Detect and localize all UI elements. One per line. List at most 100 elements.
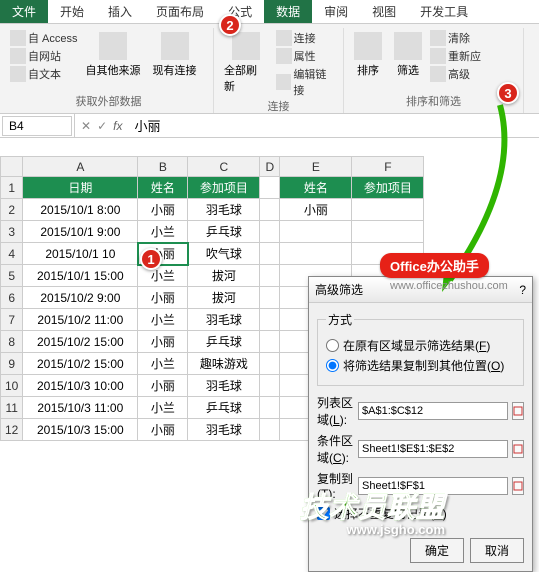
row-header-8[interactable]: 8 xyxy=(1,331,23,353)
cell-B10[interactable]: 小丽 xyxy=(138,375,188,397)
criteria-range-ref-icon[interactable] xyxy=(512,440,524,458)
row-header-2[interactable]: 2 xyxy=(1,199,23,221)
cell-C5[interactable]: 拔河 xyxy=(188,265,260,287)
row-header-4[interactable]: 4 xyxy=(1,243,23,265)
cell-A2[interactable]: 2015/10/1 8:00 xyxy=(23,199,138,221)
radio-show-inplace-label[interactable]: 在原有区域显示筛选结果(F) xyxy=(343,337,490,354)
cell-A5[interactable]: 2015/10/1 15:00 xyxy=(23,265,138,287)
btn-clear[interactable]: 清除 xyxy=(430,30,481,46)
cell-A11[interactable]: 2015/10/3 11:00 xyxy=(23,397,138,419)
cell-B7[interactable]: 小兰 xyxy=(138,309,188,331)
tab-dev[interactable]: 开发工具 xyxy=(408,0,480,23)
btn-from-web[interactable]: 自网站 xyxy=(10,48,78,64)
tab-view[interactable]: 视图 xyxy=(360,0,408,23)
col-header-E[interactable]: E xyxy=(280,157,352,177)
cell-A12[interactable]: 2015/10/3 15:00 xyxy=(23,419,138,441)
cell-A8[interactable]: 2015/10/2 15:00 xyxy=(23,331,138,353)
cell-B1[interactable]: 姓名 xyxy=(138,177,188,199)
cell-A9[interactable]: 2015/10/2 15:00 xyxy=(23,353,138,375)
cell-B2[interactable]: 小丽 xyxy=(138,199,188,221)
btn-connections[interactable]: 连接 xyxy=(276,30,337,46)
cell-B8[interactable]: 小丽 xyxy=(138,331,188,353)
row-header-12[interactable]: 12 xyxy=(1,419,23,441)
fx-icon[interactable]: fx xyxy=(113,119,122,133)
row-header-10[interactable]: 10 xyxy=(1,375,23,397)
btn-advanced[interactable]: 高级 xyxy=(430,66,481,82)
name-box[interactable] xyxy=(2,116,72,136)
ribbon-tabs: 文件 开始 插入 页面布局 公式 数据 审阅 视图 开发工具 xyxy=(0,0,539,24)
cell-C8[interactable]: 乒乓球 xyxy=(188,331,260,353)
btn-properties[interactable]: 属性 xyxy=(276,48,337,64)
tab-review[interactable]: 审阅 xyxy=(312,0,360,23)
btn-refresh-all[interactable]: 全部刷新 xyxy=(220,30,272,96)
col-header-A[interactable]: A xyxy=(23,157,138,177)
tab-insert[interactable]: 插入 xyxy=(96,0,144,23)
list-range-ref-icon[interactable] xyxy=(512,402,524,420)
cancel-icon[interactable]: ✕ xyxy=(81,119,91,133)
btn-from-text[interactable]: 自文本 xyxy=(10,66,78,82)
btn-reapply[interactable]: 重新应 xyxy=(430,48,481,64)
cell-A7[interactable]: 2015/10/2 11:00 xyxy=(23,309,138,331)
cell-B12[interactable]: 小丽 xyxy=(138,419,188,441)
radio-show-inplace[interactable] xyxy=(326,339,339,352)
tab-data[interactable]: 数据 xyxy=(264,0,312,23)
btn-from-access[interactable]: 自 Access xyxy=(10,30,78,46)
cell-C9[interactable]: 趣味游戏 xyxy=(188,353,260,375)
cell-C7[interactable]: 羽毛球 xyxy=(188,309,260,331)
cell-A10[interactable]: 2015/10/3 10:00 xyxy=(23,375,138,397)
row-header-6[interactable]: 6 xyxy=(1,287,23,309)
cell-B11[interactable]: 小兰 xyxy=(138,397,188,419)
cell-A4[interactable]: 2015/10/1 10 xyxy=(23,243,138,265)
cell-C10[interactable]: 羽毛球 xyxy=(188,375,260,397)
col-header-B[interactable]: B xyxy=(138,157,188,177)
radio-copy-to-label[interactable]: 将筛选结果复制到其他位置(O) xyxy=(343,357,504,374)
cell-C3[interactable]: 乒乓球 xyxy=(188,221,260,243)
cell-B3[interactable]: 小兰 xyxy=(138,221,188,243)
col-header-D[interactable]: D xyxy=(260,157,280,177)
cell-B9[interactable]: 小兰 xyxy=(138,353,188,375)
enter-icon[interactable]: ✓ xyxy=(97,119,107,133)
cell-C6[interactable]: 拔河 xyxy=(188,287,260,309)
cell-C11[interactable]: 乒乓球 xyxy=(188,397,260,419)
col-header-F[interactable]: F xyxy=(352,157,424,177)
cell-E2[interactable]: 小丽 xyxy=(280,199,352,221)
row-header-5[interactable]: 5 xyxy=(1,265,23,287)
row-header-3[interactable]: 3 xyxy=(1,221,23,243)
cell-C4[interactable]: 吹气球 xyxy=(188,243,260,265)
dialog-title: 高级筛选 xyxy=(315,281,363,298)
cell-C12[interactable]: 羽毛球 xyxy=(188,419,260,441)
cell-A6[interactable]: 2015/10/2 9:00 xyxy=(23,287,138,309)
col-header-C[interactable]: C xyxy=(188,157,260,177)
other-sources-icon xyxy=(99,32,127,60)
btn-existing-conn[interactable]: 现有连接 xyxy=(149,30,201,80)
criteria-range-input[interactable] xyxy=(358,440,508,458)
cell-D1[interactable] xyxy=(260,177,280,199)
cell-A1[interactable]: 日期 xyxy=(23,177,138,199)
cell-C1[interactable]: 参加项目 xyxy=(188,177,260,199)
cell-A3[interactable]: 2015/10/1 9:00 xyxy=(23,221,138,243)
cell-D2[interactable] xyxy=(260,199,280,221)
cell-E1[interactable]: 姓名 xyxy=(280,177,352,199)
btn-other-sources[interactable]: 自其他来源 xyxy=(82,30,145,80)
cell-C2[interactable]: 羽毛球 xyxy=(188,199,260,221)
tab-file[interactable]: 文件 xyxy=(0,0,48,23)
row-header-1[interactable]: 1 xyxy=(1,177,23,199)
btn-edit-links[interactable]: 编辑链接 xyxy=(276,66,337,98)
btn-filter[interactable]: 筛选 xyxy=(390,30,426,80)
cell-F2[interactable] xyxy=(352,199,424,221)
row-header-7[interactable]: 7 xyxy=(1,309,23,331)
formula-input[interactable] xyxy=(128,116,316,135)
tab-home[interactable]: 开始 xyxy=(48,0,96,23)
corner-select-all[interactable] xyxy=(1,157,23,177)
row-header-9[interactable]: 9 xyxy=(1,353,23,375)
btn-sort-asc[interactable]: 排序 xyxy=(350,30,386,80)
cell-F1[interactable]: 参加项目 xyxy=(352,177,424,199)
row-header-11[interactable]: 11 xyxy=(1,397,23,419)
list-range-input[interactable] xyxy=(358,402,508,420)
method-legend: 方式 xyxy=(326,311,354,328)
dialog-help-icon[interactable]: ? xyxy=(519,283,526,297)
tab-layout[interactable]: 页面布局 xyxy=(144,0,216,23)
copy-to-ref-icon[interactable] xyxy=(512,477,524,495)
radio-copy-to[interactable] xyxy=(326,359,339,372)
cell-B6[interactable]: 小丽 xyxy=(138,287,188,309)
